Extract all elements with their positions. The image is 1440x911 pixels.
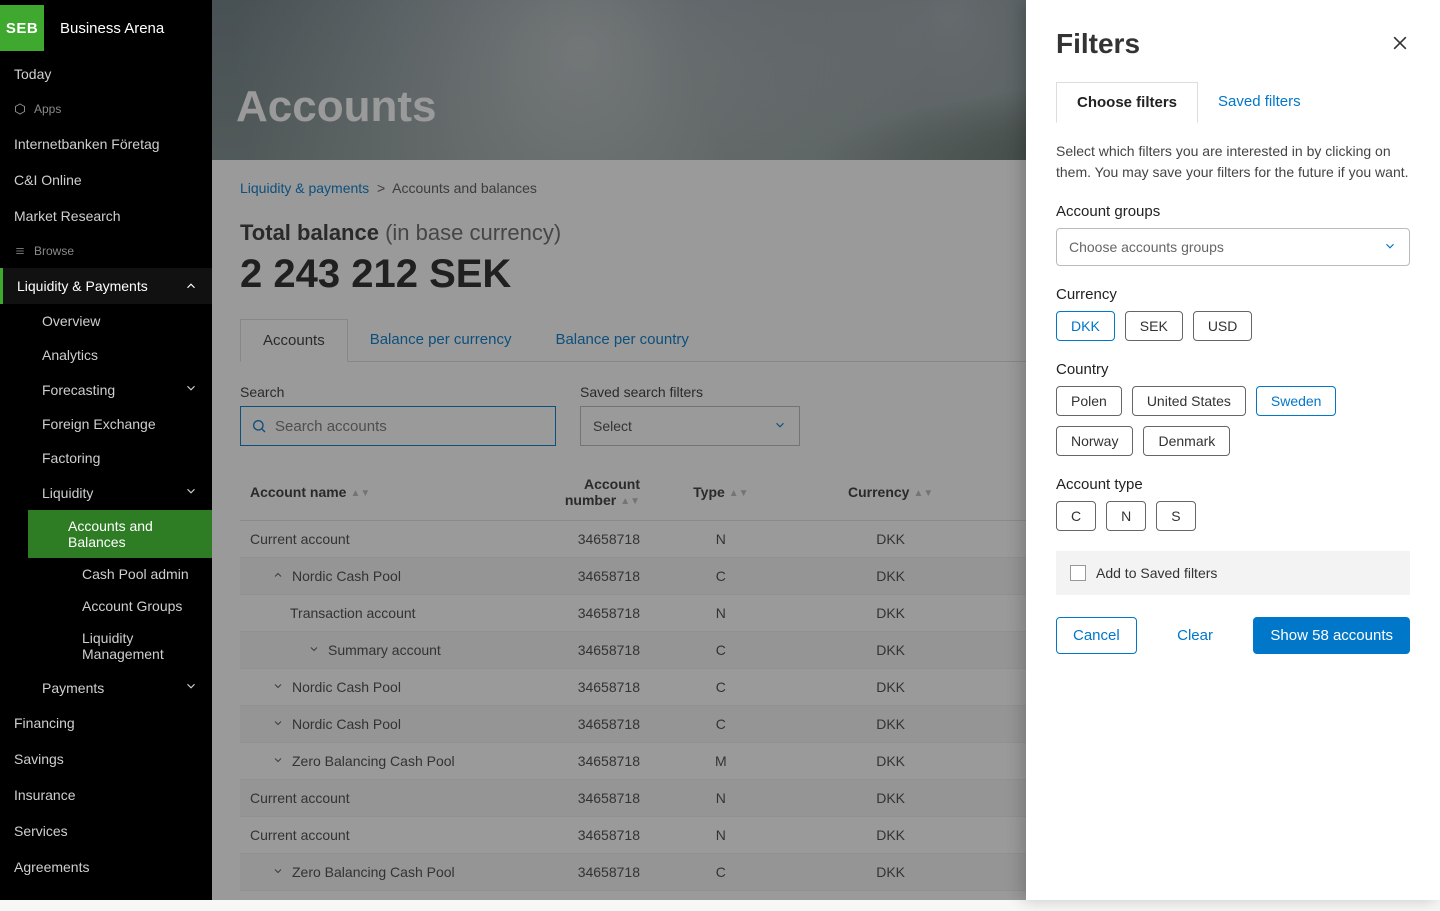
sidebar-section-apps: Apps (0, 92, 212, 126)
country-chip-norway[interactable]: Norway (1056, 426, 1133, 456)
account-groups-select[interactable]: Choose accounts groups (1056, 228, 1410, 266)
sidebar-app-1[interactable]: C&I Online (0, 162, 212, 198)
add-to-saved-row[interactable]: Add to Saved filters (1056, 551, 1410, 595)
apply-filters-button[interactable]: Show 58 accounts (1253, 617, 1410, 654)
sidebar-app-0[interactable]: Internetbanken Företag (0, 126, 212, 162)
currency-label: Currency (1056, 286, 1410, 303)
sidebar-fx[interactable]: Foreign Exchange (28, 407, 212, 441)
account-type-chip-s[interactable]: S (1156, 501, 1195, 531)
currency-chip-dkk[interactable]: DKK (1056, 311, 1115, 341)
sidebar-services[interactable]: Services (0, 813, 212, 849)
sidebar-app-2[interactable]: Market Research (0, 198, 212, 234)
filters-tab-saved[interactable]: Saved filters (1198, 82, 1321, 123)
chevron-down-icon (184, 679, 198, 696)
sidebar-cashpool-admin[interactable]: Cash Pool admin (68, 558, 212, 590)
cube-icon (14, 103, 26, 115)
logo-row: SEB Business Arena (0, 0, 212, 56)
close-icon[interactable] (1390, 33, 1410, 56)
main: Accounts Liquidity & payments > Accounts… (212, 0, 1440, 900)
filters-tab-choose[interactable]: Choose filters (1056, 82, 1198, 123)
currency-chip-usd[interactable]: USD (1193, 311, 1253, 341)
account-type-chip-c[interactable]: C (1056, 501, 1096, 531)
checkbox-icon[interactable] (1070, 565, 1086, 581)
currency-chip-sek[interactable]: SEK (1125, 311, 1183, 341)
sidebar-section-liquidity-payments[interactable]: Liquidity & Payments (0, 268, 212, 304)
sidebar-overview[interactable]: Overview (28, 304, 212, 338)
filters-intro: Select which filters you are interested … (1056, 141, 1410, 183)
sidebar-insurance[interactable]: Insurance (0, 777, 212, 813)
clear-button[interactable]: Clear (1160, 617, 1230, 654)
sidebar-payments[interactable]: Payments (28, 670, 212, 705)
sidebar-analytics[interactable]: Analytics (28, 338, 212, 372)
account-type-label: Account type (1056, 476, 1410, 493)
menu-icon (14, 246, 26, 256)
sidebar-agreements[interactable]: Agreements (0, 849, 212, 885)
chevron-down-icon (184, 484, 198, 501)
sidebar-account-groups[interactable]: Account Groups (68, 590, 212, 622)
cancel-button[interactable]: Cancel (1056, 617, 1137, 654)
sidebar-factoring[interactable]: Factoring (28, 441, 212, 475)
filters-panel: Filters Choose filters Saved filters Sel… (1026, 0, 1440, 900)
country-label: Country (1056, 361, 1410, 378)
country-chip-sweden[interactable]: Sweden (1256, 386, 1337, 416)
sidebar-liquidity-management[interactable]: Liquidity Management (68, 622, 212, 670)
sidebar-financing[interactable]: Financing (0, 705, 212, 741)
country-chip-denmark[interactable]: Denmark (1143, 426, 1230, 456)
sidebar-liquidity[interactable]: Liquidity (28, 475, 212, 510)
chevron-up-icon (184, 279, 198, 293)
chevron-down-icon (184, 381, 198, 398)
sidebar-forecasting[interactable]: Forecasting (28, 372, 212, 407)
brand-name: Business Arena (44, 20, 164, 37)
chevron-down-icon (1383, 239, 1397, 256)
sidebar-savings[interactable]: Savings (0, 741, 212, 777)
account-type-chip-n[interactable]: N (1106, 501, 1146, 531)
brand-logo: SEB (0, 5, 44, 51)
country-chip-polen[interactable]: Polen (1056, 386, 1122, 416)
account-groups-label: Account groups (1056, 203, 1410, 220)
sidebar-section-browse: Browse (0, 234, 212, 268)
sidebar-today[interactable]: Today (0, 56, 212, 92)
country-chip-united-states[interactable]: United States (1132, 386, 1246, 416)
filters-title: Filters (1056, 28, 1140, 60)
sidebar-accounts-balances[interactable]: Accounts and Balances (28, 510, 212, 558)
sidebar: SEB Business Arena Today Apps Internetba… (0, 0, 212, 900)
